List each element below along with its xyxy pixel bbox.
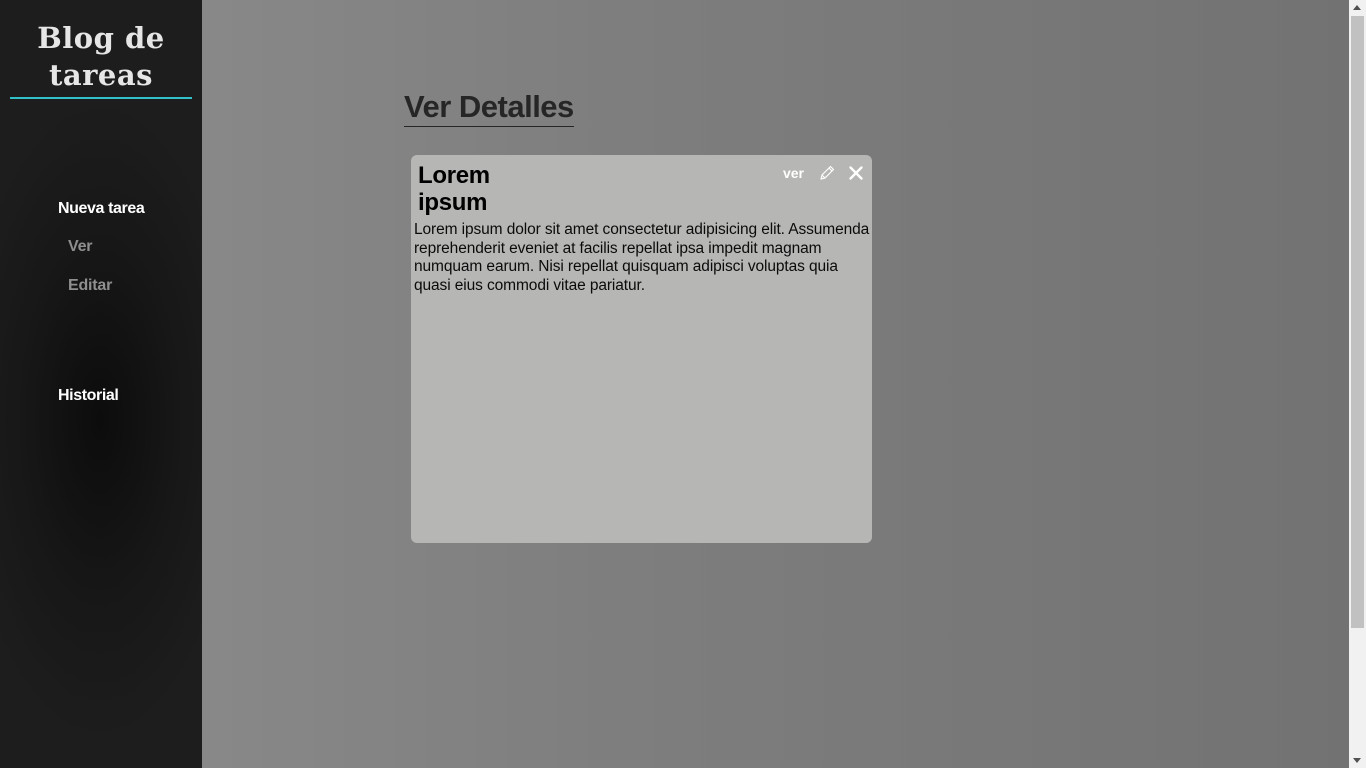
scroll-up-arrow-icon[interactable] xyxy=(1353,5,1361,10)
logo-line-1: Blog de xyxy=(37,21,165,55)
scrollbar-thumb[interactable] xyxy=(1351,16,1364,628)
close-icon[interactable] xyxy=(848,165,864,181)
site-logo[interactable]: Blog de tareas xyxy=(10,20,192,99)
nav-editar[interactable]: Editar xyxy=(68,277,112,295)
scroll-down-arrow-icon[interactable] xyxy=(1353,758,1361,763)
task-title: Lorem ipsum xyxy=(418,162,508,216)
nav-nueva-tarea[interactable]: Nueva tarea xyxy=(58,200,145,218)
task-card: Lorem ipsum ver Lorem ipsum dolor sit am… xyxy=(411,155,872,543)
nav-historial[interactable]: Historial xyxy=(58,387,119,405)
logo-line-2: tareas xyxy=(48,58,154,92)
vertical-scrollbar[interactable] xyxy=(1349,0,1366,768)
task-actions: ver xyxy=(783,164,864,182)
page-title: Ver Detalles xyxy=(404,88,574,127)
task-description: Lorem ipsum dolor sit amet consectetur a… xyxy=(414,221,870,294)
task-title-line-2: ipsum xyxy=(418,189,488,216)
task-title-line-1: Lorem xyxy=(418,162,490,189)
sidebar: Blog de tareas Nueva tarea Ver Editar Hi… xyxy=(0,0,202,768)
ver-button[interactable]: ver xyxy=(783,165,804,181)
nav-ver[interactable]: Ver xyxy=(68,238,93,256)
pencil-icon[interactable] xyxy=(818,164,836,182)
